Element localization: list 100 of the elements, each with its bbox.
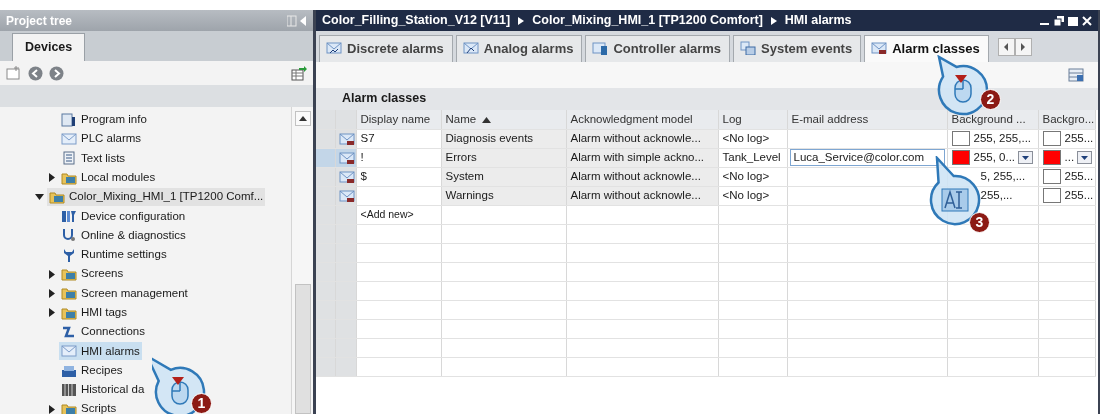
scroll-up-icon[interactable] xyxy=(298,116,307,121)
table-cell: Tank_Level xyxy=(718,148,787,167)
tree-item[interactable]: Text lists xyxy=(59,149,128,168)
column-header[interactable]: Acknowledgment model xyxy=(566,110,718,129)
panel-controls-icon[interactable] xyxy=(287,14,307,27)
expand-arrow-icon[interactable] xyxy=(47,269,56,279)
envelope-icon xyxy=(61,344,77,359)
column-header[interactable]: E-mail address xyxy=(787,110,947,129)
table-cell: $ xyxy=(356,167,441,186)
expand-arrow-icon[interactable] xyxy=(47,173,56,183)
alarm-icon xyxy=(871,41,888,56)
caret-right-icon xyxy=(1020,42,1027,52)
back-icon[interactable] xyxy=(28,65,43,81)
breadcrumb-arrow-icon xyxy=(770,16,777,25)
envelope-icon xyxy=(61,131,77,146)
tree-item[interactable]: HMI tags xyxy=(59,303,129,322)
stethoscope-icon xyxy=(61,228,77,243)
panel-title: Project tree xyxy=(0,10,313,31)
archive-icon xyxy=(61,382,77,397)
folder-icon xyxy=(61,402,77,414)
table-cell: <No log> xyxy=(718,129,787,148)
color-swatch[interactable] xyxy=(1042,169,1061,185)
connection-icon xyxy=(61,324,77,339)
alarm-icon xyxy=(462,41,479,56)
color-value: 5, 255,... xyxy=(980,169,1026,182)
editor-tab[interactable]: Analog alarms xyxy=(455,34,583,62)
caret-icon xyxy=(1022,155,1030,160)
tree-item[interactable]: Scripts xyxy=(59,400,119,414)
editor-tab[interactable]: System events xyxy=(733,34,862,62)
color-swatch[interactable] xyxy=(951,150,970,166)
column-header[interactable]: Display name xyxy=(356,110,441,129)
text-cursor-icon xyxy=(941,188,969,212)
breadcrumb-item[interactable]: HMI alarms xyxy=(784,11,852,30)
color-value: 255, 255,... xyxy=(973,131,1032,144)
color-value: 255... xyxy=(1064,188,1094,201)
expand-arrow-icon[interactable] xyxy=(47,288,56,298)
tree-item[interactable]: Online & diagnostics xyxy=(59,226,188,245)
dropdown-button[interactable] xyxy=(1077,151,1093,165)
caret-icon xyxy=(1081,155,1089,160)
dropdown-button[interactable] xyxy=(1018,151,1034,165)
tree-item[interactable]: PLC alarms xyxy=(59,129,144,148)
breadcrumb-item[interactable]: Color_Filling_Station_V12 [V11] xyxy=(322,11,511,30)
alarm-icon xyxy=(592,41,609,56)
panel-tab[interactable]: Devices xyxy=(12,33,86,61)
tree-item[interactable]: Screens xyxy=(59,265,126,283)
wrench-icon xyxy=(61,247,77,262)
folder-icon xyxy=(49,189,65,204)
table-export-icon[interactable] xyxy=(291,65,307,81)
tree-item[interactable]: Runtime settings xyxy=(59,245,169,264)
alarm-class-icon xyxy=(338,150,355,165)
tree-item[interactable]: HMI alarms xyxy=(59,342,142,361)
tree-item[interactable]: Historical da xyxy=(59,380,147,399)
editor-tab[interactable]: Alarm classes xyxy=(864,34,989,62)
tree-item[interactable]: Connections xyxy=(59,322,147,341)
tree-item[interactable]: Program info xyxy=(59,110,149,129)
editor-tab[interactable]: Controller alarms xyxy=(585,34,731,62)
color-value: 255... xyxy=(1064,169,1094,182)
scrollbar[interactable] xyxy=(291,107,313,414)
collapse-arrow-icon[interactable] xyxy=(35,192,44,202)
tree-item[interactable]: Screen management xyxy=(59,284,190,303)
color-swatch[interactable] xyxy=(1042,150,1061,166)
color-swatch[interactable] xyxy=(1042,188,1061,204)
tree-item[interactable]: Local modules xyxy=(59,168,158,187)
close-icon[interactable] xyxy=(1082,15,1092,26)
color-swatch[interactable] xyxy=(951,131,970,147)
folder-icon xyxy=(61,267,77,281)
mouse-icon xyxy=(954,75,972,103)
document-icon xyxy=(61,112,77,127)
table-settings-icon[interactable] xyxy=(1068,68,1084,82)
color-value: 255, 0... xyxy=(973,150,1016,163)
table-cell: ! xyxy=(356,148,441,167)
color-swatch[interactable] xyxy=(1042,131,1061,147)
tree-item[interactable]: Recipes xyxy=(59,361,125,380)
folder-icon xyxy=(61,286,77,301)
sort-arrow-icon[interactable] xyxy=(482,116,492,123)
new-folder-icon[interactable] xyxy=(6,66,22,80)
forward-icon[interactable] xyxy=(49,65,64,81)
column-header[interactable]: Backgro... xyxy=(1038,110,1095,129)
scroll-left-button[interactable] xyxy=(997,38,1015,56)
email-input-field[interactable]: Luca_Service@color.com xyxy=(789,149,945,166)
expand-arrow-icon[interactable] xyxy=(47,308,56,318)
breadcrumb-arrow-icon xyxy=(518,16,525,25)
column-header[interactable]: Background ... xyxy=(947,110,1038,129)
color-value: 255,... xyxy=(980,188,1013,201)
alarm-class-icon xyxy=(338,169,355,184)
mouse-icon xyxy=(171,377,189,405)
column-header[interactable]: Name xyxy=(441,110,566,129)
expand-arrow-icon[interactable] xyxy=(47,404,56,414)
editor-tab[interactable]: Discrete alarms xyxy=(319,34,453,62)
alarm-icon xyxy=(740,41,757,56)
device-icon xyxy=(61,209,77,224)
table-cell: <Add new> xyxy=(356,205,441,224)
restore-icon[interactable] xyxy=(1054,15,1064,26)
tree-item[interactable]: Color_Mixing_HMI_1 [TP1200 Comf... xyxy=(47,187,266,206)
tree-item[interactable]: Device configuration xyxy=(59,207,188,226)
document-icon xyxy=(61,151,77,166)
breadcrumb-item[interactable]: Color_Mixing_HMI_1 [TP1200 Comfort] xyxy=(532,11,763,30)
maximize-icon[interactable] xyxy=(1068,15,1078,26)
alarm-icon xyxy=(326,41,342,56)
column-header[interactable]: Log xyxy=(718,110,787,129)
